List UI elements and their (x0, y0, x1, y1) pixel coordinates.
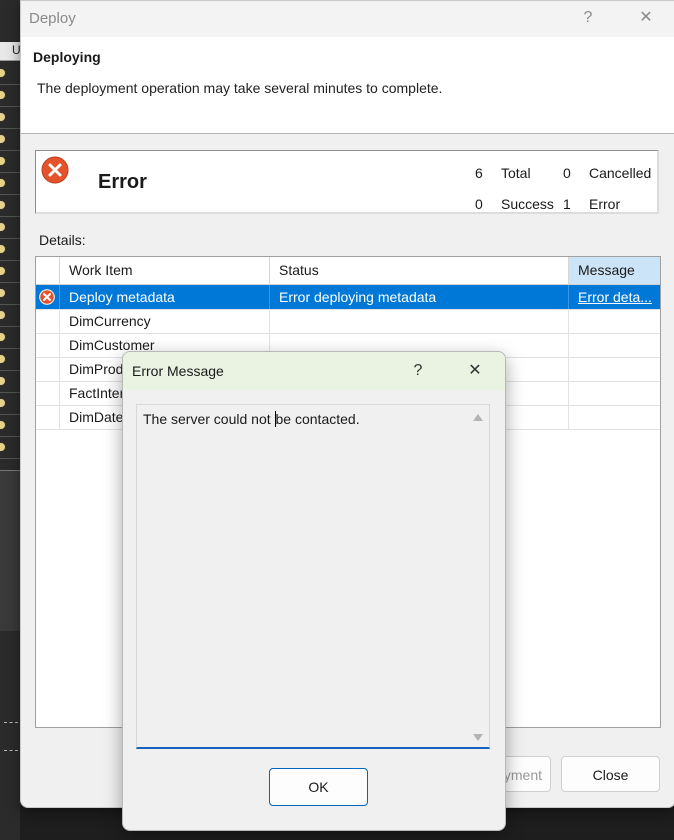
grid-header: Work Item Status Message (36, 257, 660, 285)
background-grid-row (0, 326, 20, 349)
column-header-message[interactable]: Message (569, 257, 660, 284)
background-grid-header: U (0, 42, 21, 61)
background-key-icon (0, 420, 6, 430)
background-grid-row (0, 348, 20, 371)
message-text-before-caret: The server could not (143, 411, 275, 427)
background-panel-block (0, 470, 20, 631)
error-message-textbox[interactable]: The server could not be contacted. (136, 404, 490, 749)
background-grid-row (0, 436, 20, 459)
success-count: 0 (475, 196, 483, 212)
background-key-icon (0, 222, 6, 232)
background-key-icon (0, 90, 6, 100)
background-grid-row (0, 62, 20, 85)
background-grid-row (0, 304, 20, 327)
background-grid-row (0, 392, 20, 415)
background-grid-row (0, 128, 20, 151)
background-key-icon (0, 134, 6, 144)
background-grid-row (0, 194, 20, 217)
background-ide-panel: U (0, 0, 21, 840)
row-status-cell (36, 309, 60, 333)
background-key-icon (0, 398, 6, 408)
error-circle-icon (39, 289, 55, 305)
cancelled-count: 0 (563, 165, 571, 181)
background-key-icon (0, 376, 6, 386)
deploy-description: The deployment operation may take severa… (37, 80, 443, 96)
work-item-cell: Deploy metadata (60, 285, 270, 309)
background-grid-row (0, 150, 20, 173)
deployment-status-panel: Error 6 Total 0 Cancelled 0 Success 1 Er… (35, 150, 659, 214)
success-label: Success (501, 196, 554, 212)
status-cell (270, 309, 569, 333)
deploy-header-panel: Deploying The deployment operation may t… (21, 37, 674, 134)
background-key-icon (0, 288, 6, 298)
background-grid-row (0, 238, 20, 261)
message-cell (569, 357, 660, 381)
message-cell: Error deta... (569, 285, 660, 309)
scroll-down-arrow-icon[interactable] (473, 734, 483, 741)
details-label: Details: (39, 232, 86, 248)
background-grid-row (0, 84, 20, 107)
background-key-icon (0, 266, 6, 276)
background-dashed-line (4, 750, 18, 751)
row-status-cell (36, 333, 60, 357)
scroll-up-arrow-icon[interactable] (473, 414, 483, 421)
background-key-icon (0, 156, 6, 166)
row-icon-column-header (36, 257, 60, 284)
message-cell (569, 381, 660, 405)
error-details-link[interactable]: Error deta... (578, 289, 652, 305)
background-grid-row (0, 172, 20, 195)
message-cell (569, 333, 660, 357)
background-key-icon (0, 178, 6, 188)
message-text-after-caret: be contacted. (275, 411, 360, 427)
error-message-text: The server could not be contacted. (143, 411, 360, 427)
total-label: Total (501, 165, 531, 181)
column-header-work-item[interactable]: Work Item (60, 257, 270, 284)
background-key-icon (0, 68, 6, 78)
background-grid-row (0, 260, 20, 283)
background-key-icon (0, 354, 6, 364)
status-cell: Error deploying metadata (270, 285, 569, 309)
error-label: Error (589, 196, 621, 212)
total-count: 6 (475, 165, 483, 181)
error-count: 1 (563, 196, 571, 212)
work-item-cell: DimCurrency (60, 309, 270, 333)
close-button[interactable]: Close (561, 756, 660, 792)
row-status-cell (36, 381, 60, 405)
error-dialog-title: Error Message (132, 363, 224, 379)
background-grid-row (0, 106, 20, 129)
row-status-cell (36, 285, 60, 309)
page-title: Deploying (33, 49, 101, 65)
close-icon[interactable]: ✕ (631, 6, 661, 30)
background-grid-rows (0, 62, 20, 462)
deploy-title: Deploy (29, 10, 76, 27)
background-grid-row (0, 282, 20, 305)
column-header-status[interactable]: Status (270, 257, 569, 284)
help-button[interactable]: ? (404, 360, 432, 382)
error-circle-icon (41, 156, 69, 184)
message-cell (569, 309, 660, 333)
status-text: Error (98, 171, 147, 193)
background-dashed-line (4, 722, 18, 723)
message-cell (569, 405, 660, 429)
background-key-icon (0, 442, 6, 452)
error-message-dialog: Error Message ? ✕ The server could not b… (122, 351, 506, 831)
background-key-icon (0, 310, 6, 320)
background-key-icon (0, 244, 6, 254)
background-key-icon (0, 112, 6, 122)
background-key-icon (0, 200, 6, 210)
close-icon[interactable]: ✕ (461, 360, 489, 382)
table-row[interactable]: DimCurrency (36, 309, 660, 334)
background-grid-row (0, 216, 20, 239)
deploy-title-bar[interactable]: Deploy ? ✕ (21, 1, 674, 37)
background-key-icon (0, 332, 6, 342)
help-button[interactable]: ? (573, 6, 603, 30)
error-dialog-title-bar[interactable]: Error Message ? ✕ (123, 352, 505, 390)
cancelled-label: Cancelled (589, 165, 652, 181)
ok-button[interactable]: OK (269, 768, 368, 806)
row-status-cell (36, 357, 60, 381)
background-grid-row (0, 414, 20, 437)
row-status-cell (36, 405, 60, 429)
background-grid-row (0, 370, 20, 393)
table-row[interactable]: Deploy metadata Error deploying metadata… (36, 285, 660, 310)
